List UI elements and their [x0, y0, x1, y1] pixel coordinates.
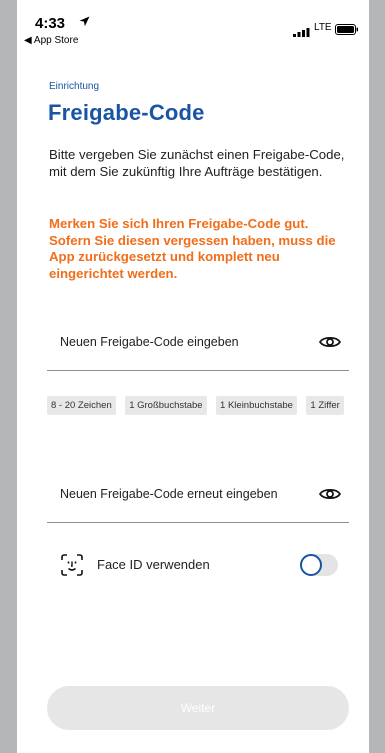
confirm-code-input[interactable] [60, 487, 300, 501]
status-bar: 4:33 ◀ App Store LTE [17, 0, 369, 48]
face-id-icon [61, 554, 83, 581]
code-input[interactable] [60, 335, 300, 349]
code-requirements: 8 - 20 Zeichen 1 Großbuchstabe 1 Kleinbu… [47, 395, 367, 422]
face-id-toggle[interactable] [300, 554, 338, 576]
location-arrow-icon [79, 14, 90, 32]
face-id-row: Face ID verwenden [47, 548, 349, 584]
signal-bars-icon [293, 24, 311, 42]
network-type: LTE [314, 22, 332, 33]
warning-text: Merken Sie sich Ihren Freigabe-Code gut.… [49, 216, 336, 281]
eye-icon[interactable] [318, 335, 342, 349]
requirement-chip: 1 Kleinbuchstabe [216, 396, 297, 415]
battery-icon [335, 22, 359, 40]
page-title: Freigabe-Code [48, 100, 205, 125]
face-id-label: Face ID verwenden [97, 557, 210, 572]
back-to-app-store-link[interactable]: ◀ App Store [24, 35, 78, 46]
intro-text: Bitte vergeben Sie zunächst einen Freiga… [49, 147, 345, 179]
status-time: 4:33 [35, 15, 66, 32]
eye-icon[interactable] [318, 487, 342, 501]
section-eyebrow: Einrichtung [49, 81, 100, 92]
app-screen: 4:33 ◀ App Store LTE Einrichtung Freigab… [17, 0, 369, 753]
requirement-chip: 8 - 20 Zeichen [47, 396, 116, 415]
confirm-code-field [47, 466, 349, 523]
requirement-chip: 1 Ziffer [306, 396, 344, 415]
continue-button[interactable]: Weiter [47, 686, 349, 730]
code-field [47, 314, 349, 371]
requirement-chip: 1 Großbuchstabe [125, 396, 207, 415]
toggle-knob [300, 554, 322, 576]
